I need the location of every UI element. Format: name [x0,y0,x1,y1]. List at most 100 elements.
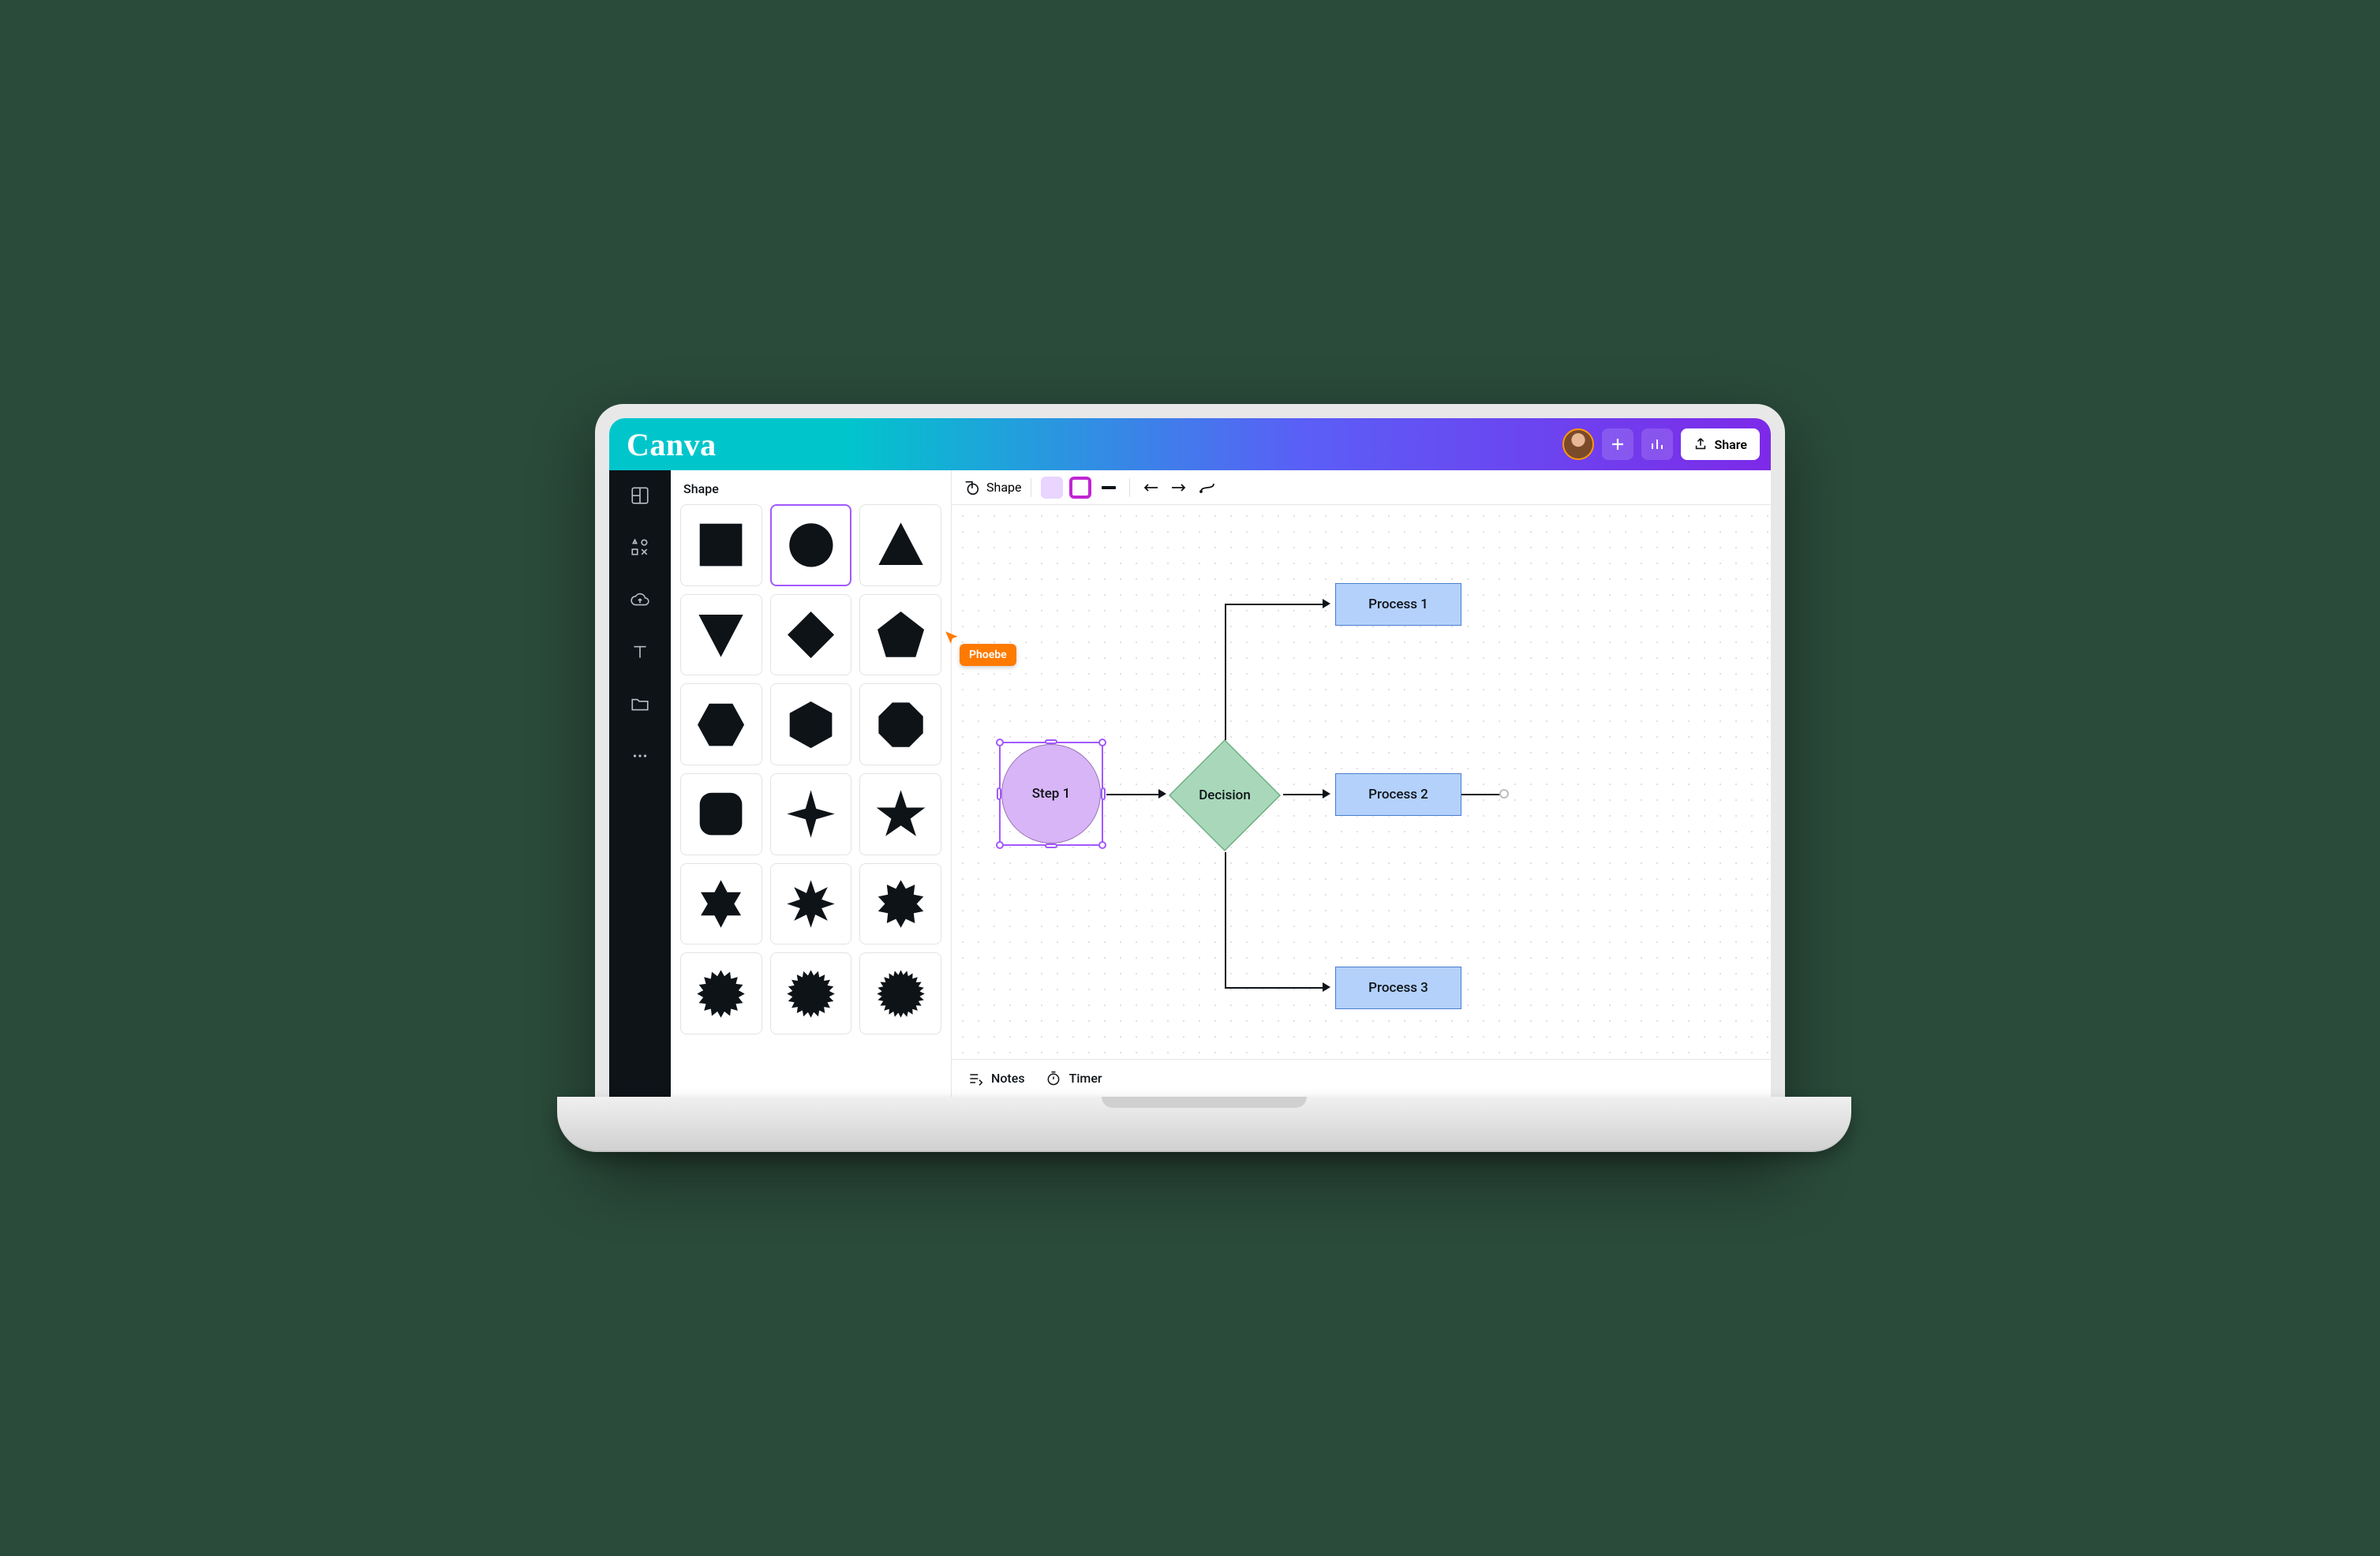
rail-projects[interactable] [629,693,651,715]
timer-button[interactable]: Timer [1046,1071,1102,1087]
node-process2[interactable]: Process 2 [1335,773,1461,816]
node-process3[interactable]: Process 3 [1335,967,1461,1009]
shape-option-hexagon-pointy[interactable] [770,683,852,765]
rail-more[interactable] [629,745,651,767]
shape-option-rounded-square[interactable] [680,773,762,855]
burst-16-icon [694,967,747,1020]
side-rail [609,470,671,1097]
analytics-button[interactable] [1641,428,1673,460]
burst-20-icon [784,967,837,1020]
shape-option-hexagon[interactable] [680,683,762,765]
cloud-upload-icon [630,589,650,610]
bottom-bar: Notes Timer [952,1059,1771,1097]
bar-chart-icon [1649,436,1665,452]
brand-logo[interactable]: Canva [627,426,717,463]
collab-user-label: Phoebe [960,644,1016,666]
arrow-right-icon [1170,482,1188,493]
outline-color-swatch[interactable] [1069,477,1091,499]
connection-endpoint[interactable] [1499,789,1509,799]
node-step1[interactable]: Step 1 [1001,744,1101,843]
notes-label: Notes [991,1071,1025,1086]
collab-cursor-icon [944,630,961,647]
triangle-icon [874,518,927,571]
add-button[interactable] [1602,428,1633,460]
shape-option-square[interactable] [680,504,762,586]
canvas[interactable]: Phoebe Step 1 Decision [952,505,1771,1059]
edge-to-process2[interactable] [1283,794,1326,795]
text-icon [630,641,650,662]
node-decision-label: Decision [1199,787,1251,803]
shape-option-diamond[interactable] [770,594,852,676]
notes-icon [967,1071,983,1087]
triangle-down-icon [694,608,747,661]
shape-option-burst-24[interactable] [859,952,941,1034]
edge-step1-decision[interactable] [1106,794,1162,795]
node-step1-selection[interactable]: Step 1 [999,742,1103,846]
fill-color-swatch[interactable] [1041,477,1063,499]
shape-option-pentagon[interactable] [859,594,941,676]
edge-to-process1[interactable] [1225,604,1326,605]
rail-templates[interactable] [629,484,651,507]
templates-icon [630,485,650,506]
edge-to-process3[interactable] [1225,987,1326,989]
node-process1-label: Process 1 [1368,597,1428,612]
star-8-icon [784,877,837,930]
folder-icon [630,694,650,714]
node-process1[interactable]: Process 1 [1335,583,1461,626]
rail-elements[interactable] [629,537,651,559]
shape-option-burst-20[interactable] [770,952,852,1034]
share-icon [1693,437,1708,451]
shape-option-octagon-alt[interactable] [859,683,941,765]
shape-option-triangle[interactable] [859,504,941,586]
share-button[interactable]: Share [1681,428,1760,460]
more-icon [630,746,650,766]
share-label: Share [1714,437,1747,452]
avatar[interactable] [1562,428,1594,460]
shape-option-burst-10[interactable] [859,863,941,945]
edge-process2-out[interactable] [1461,794,1501,795]
octagon-alt-icon [874,698,927,751]
node-process2-label: Process 2 [1368,787,1428,802]
rail-uploads[interactable] [629,589,651,611]
elements-icon [630,537,650,558]
shape-option-burst-16[interactable] [680,952,762,1034]
star-5-icon [874,787,927,840]
burst-24-icon [874,967,927,1020]
hexagon-icon [694,698,747,751]
node-step1-label: Step 1 [1032,786,1071,802]
square-icon [694,518,747,571]
star-4-icon [784,787,837,840]
shape-tool-icon [963,479,980,496]
circle-icon [785,519,837,571]
timer-icon [1046,1071,1061,1087]
arrow-left-icon [1142,482,1159,493]
shape-panel: Shape [671,470,952,1097]
shape-option-circle[interactable] [770,504,852,586]
divider [1129,478,1130,497]
context-toolbar: Shape [952,470,1771,505]
node-decision[interactable]: Decision [1166,737,1283,854]
shape-option-star-8[interactable] [770,863,852,945]
shape-option-triangle-down[interactable] [680,594,762,676]
timer-label: Timer [1069,1071,1102,1086]
plus-icon [1610,436,1626,452]
line-weight-control[interactable] [1098,477,1120,499]
hexagon-pointy-icon [784,698,837,751]
diamond-icon [784,608,837,661]
shape-option-star-6[interactable] [680,863,762,945]
shape-tool-label: Shape [986,480,1021,495]
panel-title: Shape [671,470,951,504]
shape-option-star-5[interactable] [859,773,941,855]
curve-icon [1199,481,1216,494]
shape-option-star-4[interactable] [770,773,852,855]
line-curve[interactable] [1196,477,1218,499]
rounded-square-icon [694,787,747,840]
pentagon-icon [874,608,927,661]
shape-tool[interactable]: Shape [963,475,1021,500]
line-start-arrow[interactable] [1139,477,1162,499]
notes-button[interactable]: Notes [967,1071,1025,1087]
line-end-arrow[interactable] [1168,477,1190,499]
top-bar: Canva Share [609,418,1771,470]
rail-text[interactable] [629,641,651,663]
edge-decision-vertical[interactable] [1225,604,1226,740]
